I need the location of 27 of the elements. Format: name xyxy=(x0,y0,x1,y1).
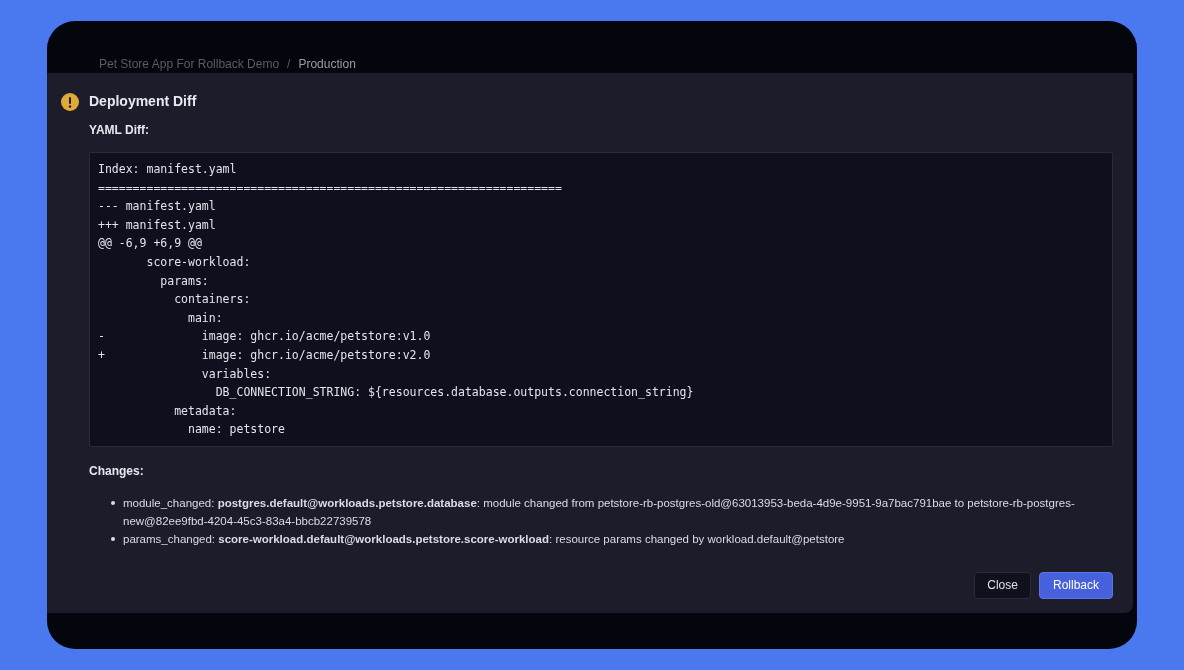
section-label: YAML Diff: xyxy=(89,122,150,139)
change-item: params_changed: score-workload.default@workloads.petstore.score-workload: resource params changed by workload.default@petstore xyxy=(123,531,845,547)
diff-line: main: xyxy=(187,309,223,327)
warning-icon xyxy=(61,92,79,111)
breadcrumb-item[interactable]: Pet Store App For Rollback Demo xyxy=(99,55,280,73)
diff-line: name: petstore xyxy=(187,421,285,439)
diff-line: Index: manifest.yaml xyxy=(98,161,237,178)
bullet-icon xyxy=(111,536,115,541)
rollback-button[interactable]: Rollback xyxy=(1038,571,1113,599)
diff-line: @@ -6,9 +6,9 @@ xyxy=(98,235,202,253)
bullet-icon xyxy=(111,500,115,505)
breadcrumb-item: Production xyxy=(298,56,356,73)
diff-line: --- manifest.yaml xyxy=(98,198,216,216)
diff-line: +++ manifest.yaml xyxy=(98,216,216,234)
diff-line: containers: xyxy=(173,291,251,309)
diff-line: - image: ghcr.io/acme/petstore:v1.0 xyxy=(98,328,431,346)
diff-line: metadata: xyxy=(173,402,237,420)
close-button[interactable]: Close xyxy=(974,571,1031,599)
breadcrumb-separator: / xyxy=(287,56,291,73)
section-label: Changes: xyxy=(89,462,145,480)
diff-line: variables: xyxy=(200,365,272,383)
diff-line: + image: ghcr.io/acme/petstore:v2.0 xyxy=(98,346,431,364)
diff-line: DB_CONNECTION_STRING: ${resources.database.outputs.connection_string} xyxy=(214,384,694,402)
dialog-title: Deployment Diff xyxy=(89,92,197,111)
diff-line: score-workload: xyxy=(145,253,251,271)
diff-line: =================================================================== xyxy=(98,179,562,197)
diff-line: params: xyxy=(159,272,209,290)
